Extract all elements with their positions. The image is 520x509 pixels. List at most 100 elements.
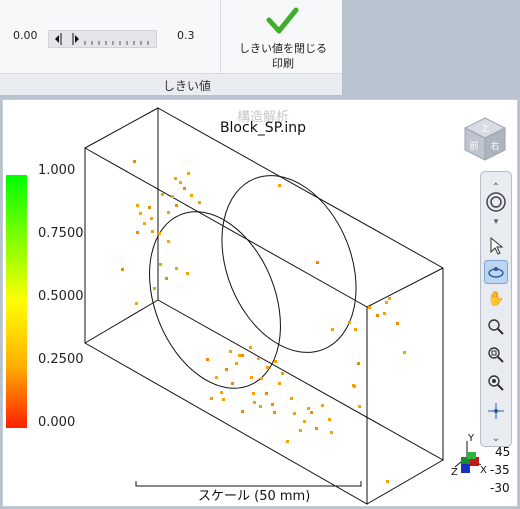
model-point [229,350,232,353]
model-point [328,418,331,421]
model-point [403,351,406,354]
axis-y-letter: Y [467,433,475,444]
model-point [249,346,252,349]
model-point [274,360,277,363]
model-point [307,407,310,410]
model-point [151,230,154,233]
model-point [158,232,161,235]
threshold-min-value: 0.00 [13,29,38,42]
model-point [257,357,260,360]
model-point [316,261,319,264]
close-threshold-button[interactable]: しきい値を閉じる 印刷 [228,4,338,72]
threshold-max-value: 0.3 [177,29,195,42]
model-point [167,240,170,243]
nav-cube-front-label: 前 [469,140,478,152]
model-point [259,405,262,408]
model-point [241,354,244,357]
threshold-group-label: しきい値 [163,79,212,93]
select-cursor-icon[interactable] [484,234,508,258]
model-point [133,160,136,163]
scale-label: スケール (50 mm) [198,489,311,504]
model-point [278,184,281,187]
axis-z-letter: Z [451,467,458,477]
model-point [253,401,256,404]
model-point [385,301,388,304]
model-point [271,403,274,406]
model-point [186,272,189,275]
model-point [153,287,156,290]
model-point [250,376,253,379]
model-point [330,431,333,434]
model-point [396,322,399,325]
pan-hand-icon[interactable]: ✋ [484,287,508,311]
model-point [148,206,151,209]
model-point [150,217,153,220]
axis-x-letter: X [480,465,487,476]
model-point [183,187,186,190]
ribbon-empty-area [342,0,520,94]
slider-ticks [55,33,149,45]
model-point [278,382,281,385]
nav-cube-right-label: 右 [490,140,499,152]
model-point [358,405,361,408]
model-point [135,302,138,305]
model-point [179,181,182,184]
model-point [321,404,324,407]
model-point [187,172,190,175]
model-point [220,391,223,394]
center-icon[interactable] [484,399,508,423]
model-point [175,267,178,270]
model-point [136,231,139,234]
model-point [281,372,284,375]
model-point [388,297,391,300]
model-point [206,358,209,361]
model-point [171,195,174,198]
model-point [165,277,168,280]
model-point [386,480,389,483]
model-point [190,194,193,197]
model-wireframe [84,107,444,505]
navigation-toolbar: ⌃ ▾ ✋ ⌄ [480,171,512,447]
model-point [290,397,293,400]
model-point [136,204,139,207]
3d-viewport[interactable]: 構造解析 Block_SP.inp 1.000 0.7500 0.5000 0.… [2,99,518,507]
model-point [235,362,238,365]
threshold-slider[interactable] [48,30,157,48]
model-point [286,440,289,443]
dropdown-arrow-icon[interactable]: ▾ [484,210,508,234]
model-point [238,354,241,357]
model-point [241,410,244,413]
model-point [265,392,268,395]
nav-cube-icon[interactable]: 上 前 右 [461,116,509,164]
model-point [273,411,276,414]
model-point [376,314,379,317]
axis-value-3: -30 [490,481,510,495]
zoom-icon[interactable] [484,315,508,339]
ribbon: 0.00 0.3 しきい値を閉じる 印刷 しきい値 [0,0,343,95]
model-point [331,328,334,331]
model-point [353,385,356,388]
model-point [225,368,228,371]
model-point [260,377,263,380]
model-point [354,328,357,331]
model-point [175,204,178,207]
zoom-window-icon[interactable] [484,343,508,367]
zoom-extents-icon[interactable] [484,371,508,395]
model-point [231,382,234,385]
model-point [210,397,213,400]
toolbar-options-icon[interactable]: ⌄ [484,426,508,450]
model-point [215,376,218,379]
orbit-icon[interactable] [484,260,508,284]
model-point [348,321,351,324]
model-point [357,362,360,365]
checkmark-icon [266,7,299,34]
model-point [174,177,177,180]
model-point [139,212,142,215]
model-point [368,306,371,309]
model-point [159,263,162,266]
close-threshold-label: しきい値を閉じる 印刷 [239,42,327,70]
model-point [121,268,124,271]
model-point [299,429,302,432]
model-point [167,211,170,214]
point-cloud [121,160,406,483]
